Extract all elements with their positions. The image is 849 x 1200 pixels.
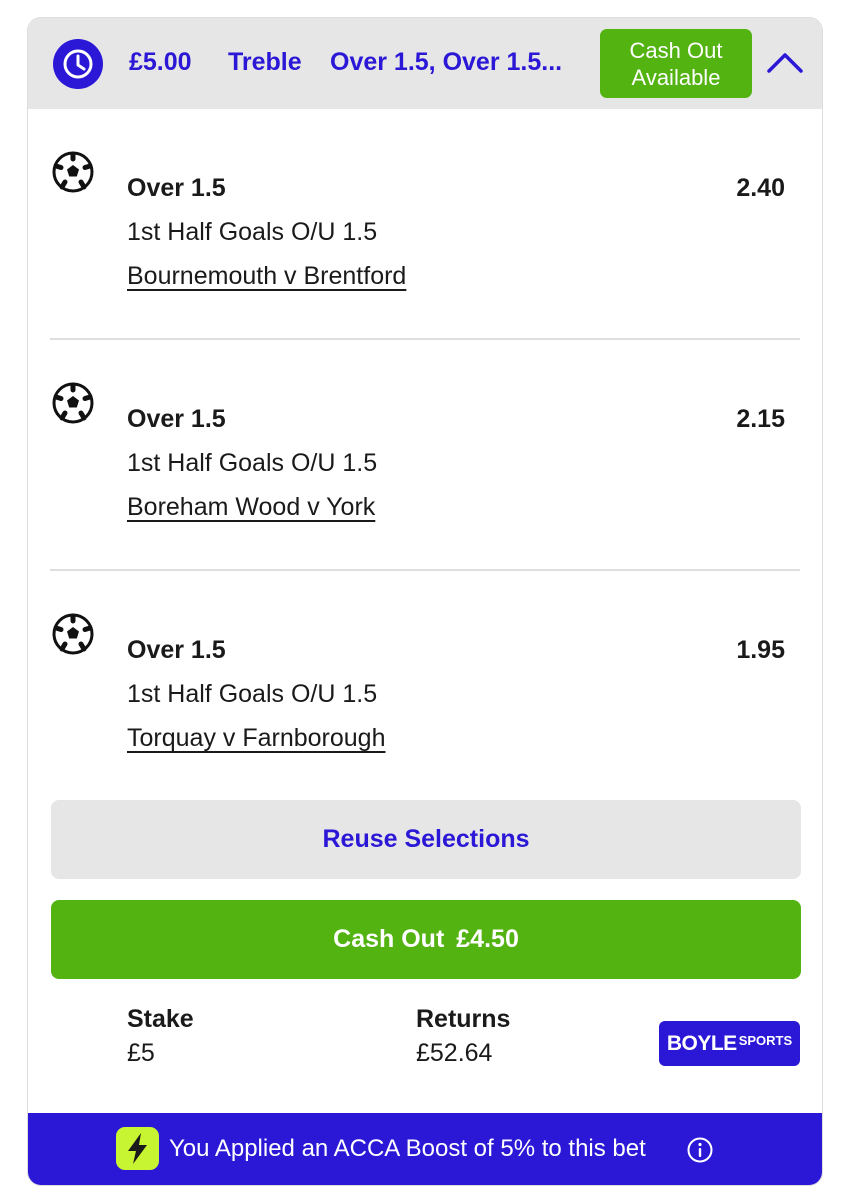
football-icon xyxy=(52,382,94,424)
header-selections-summary: Over 1.5, Over 1.5... xyxy=(330,48,563,76)
stake-value: £5 xyxy=(127,1039,155,1067)
logo-sub-text: SPORTS xyxy=(738,1033,793,1048)
bet-leg: Over 1.5 2.15 1st Half Goals O/U 1.5 Bor… xyxy=(28,340,822,540)
football-icon xyxy=(52,613,94,655)
event-link[interactable]: Torquay v Farnborough xyxy=(127,724,385,753)
event-link[interactable]: Bournemouth v Brentford xyxy=(127,262,406,291)
selection-odds: 2.40 xyxy=(736,174,785,202)
cashout-badge-line2: Available xyxy=(631,64,721,90)
logo-main-text: BOYLE xyxy=(666,1031,737,1055)
chevron-up-icon[interactable] xyxy=(766,48,804,76)
header-stake: £5.00 xyxy=(129,48,192,76)
cashout-available-badge: Cash Out Available xyxy=(600,29,752,98)
selection-name: Over 1.5 xyxy=(127,405,226,433)
bet-leg: Over 1.5 2.40 1st Half Goals O/U 1.5 Bou… xyxy=(28,109,822,309)
reuse-selections-button[interactable]: Reuse Selections xyxy=(51,800,801,879)
acca-boost-text: You Applied an ACCA Boost of 5% to this … xyxy=(169,1135,646,1162)
selection-name: Over 1.5 xyxy=(127,636,226,664)
football-icon xyxy=(52,151,94,193)
bet-header[interactable]: £5.00 Treble Over 1.5, Over 1.5... Cash … xyxy=(28,18,822,109)
lightning-icon xyxy=(116,1127,159,1170)
returns-label: Returns xyxy=(416,1005,511,1033)
cash-out-amount: £4.50 xyxy=(456,925,519,953)
market-name: 1st Half Goals O/U 1.5 xyxy=(127,680,378,708)
clock-icon xyxy=(53,39,103,89)
event-link[interactable]: Boreham Wood v York xyxy=(127,493,375,522)
acca-boost-banner: You Applied an ACCA Boost of 5% to this … xyxy=(28,1113,822,1185)
stake-label: Stake xyxy=(127,1005,194,1033)
selection-odds: 2.15 xyxy=(736,405,785,433)
bet-card: £5.00 Treble Over 1.5, Over 1.5... Cash … xyxy=(27,17,823,1186)
cash-out-button[interactable]: Cash Out £4.50 xyxy=(51,900,801,979)
cashout-badge-line1: Cash Out xyxy=(629,37,723,63)
boylesports-logo: BOYLE SPORTS xyxy=(659,1021,800,1066)
info-icon[interactable] xyxy=(687,1137,713,1163)
bet-leg: Over 1.5 1.95 1st Half Goals O/U 1.5 Tor… xyxy=(28,571,822,771)
market-name: 1st Half Goals O/U 1.5 xyxy=(127,449,378,477)
selection-name: Over 1.5 xyxy=(127,174,226,202)
header-bet-type: Treble xyxy=(228,48,302,76)
market-name: 1st Half Goals O/U 1.5 xyxy=(127,218,378,246)
cash-out-label: Cash Out xyxy=(333,925,445,953)
selection-odds: 1.95 xyxy=(736,636,785,664)
returns-value: £52.64 xyxy=(416,1039,493,1067)
